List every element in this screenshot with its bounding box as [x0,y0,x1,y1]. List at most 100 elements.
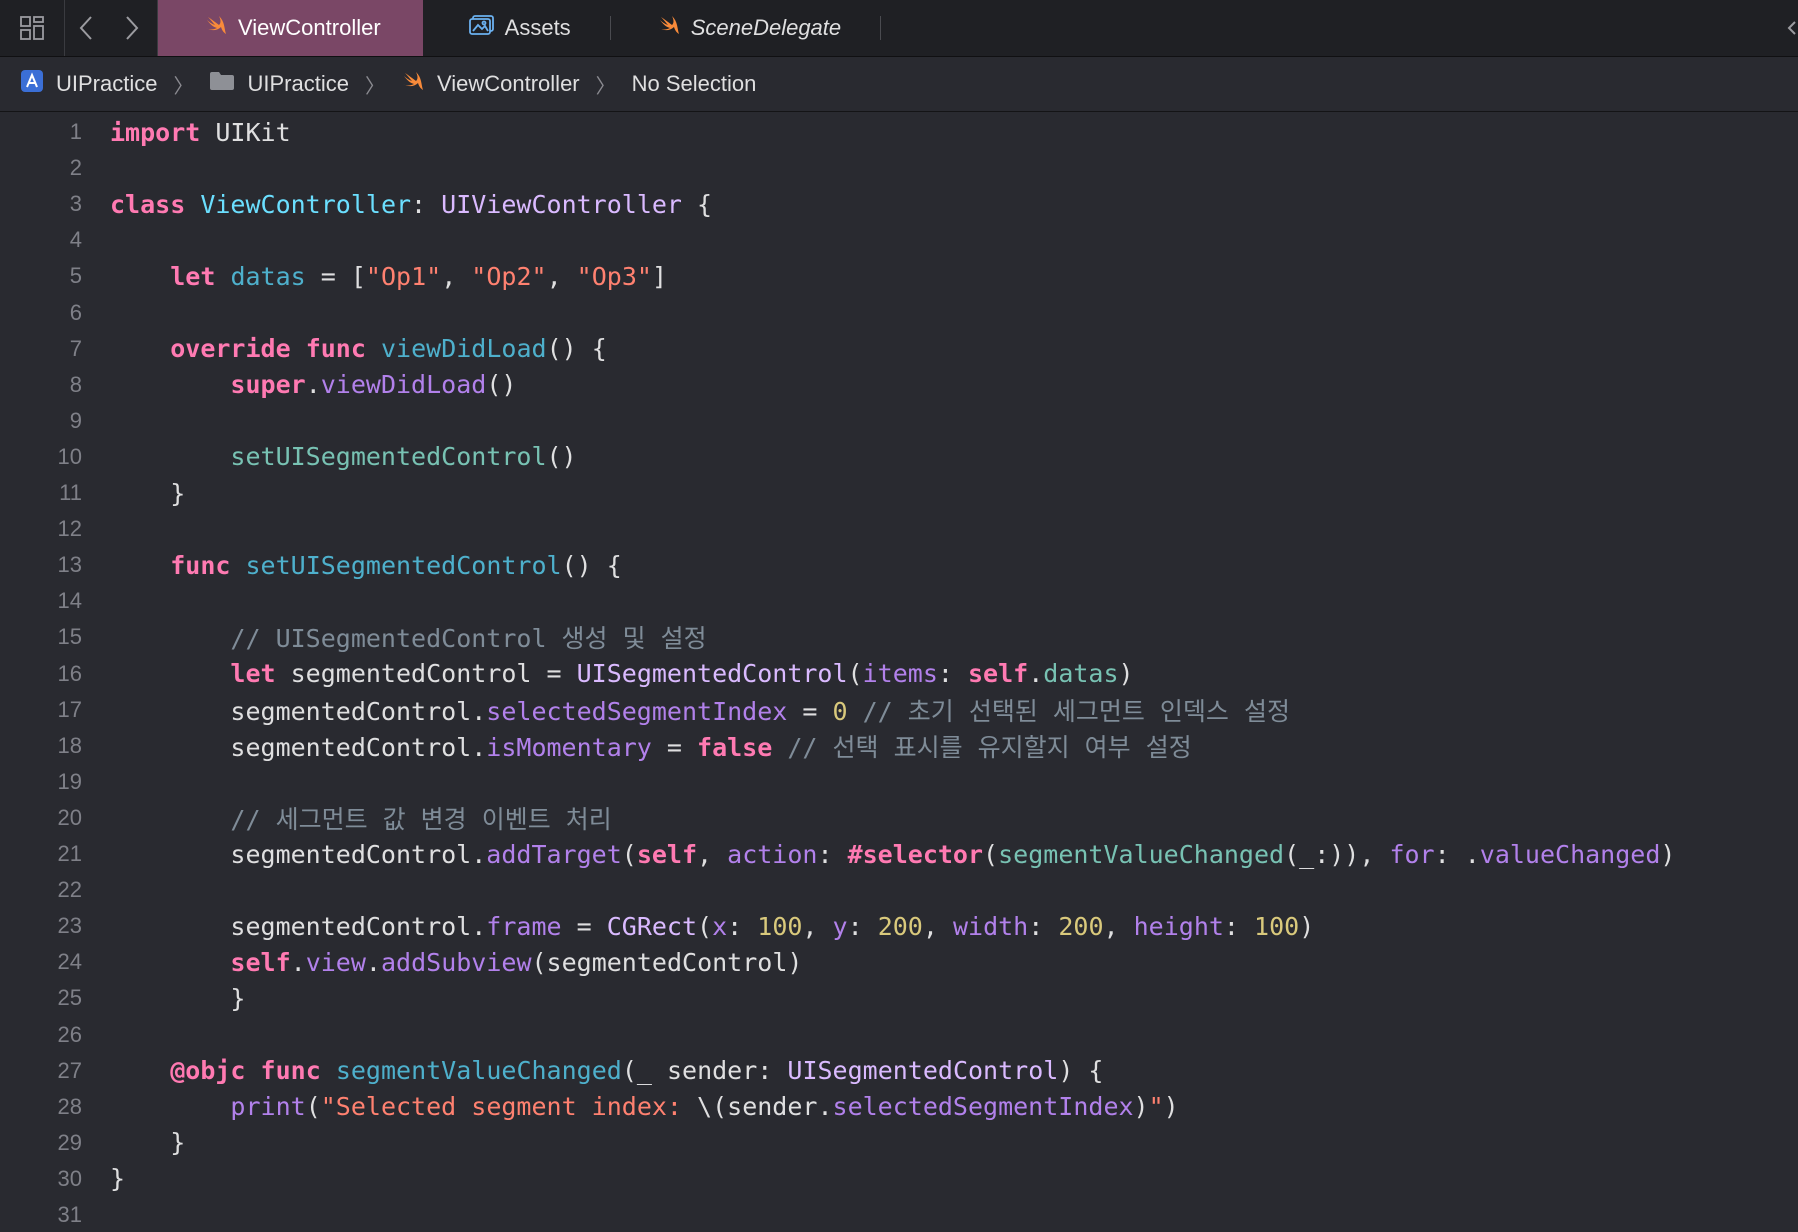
tab-assets[interactable]: Assets [423,0,611,56]
code-line[interactable]: 9 [0,404,1798,438]
code-text: } [110,1164,125,1193]
code-line[interactable]: 5 let datas = ["Op1", "Op2", "Op3"] [0,259,1798,293]
code-token: class [110,189,186,219]
code-token: ) [1163,1092,1179,1122]
code-line[interactable]: 8 super.viewDidLoad() [0,368,1798,402]
source-editor[interactable]: 1 import UIKit 2 3 class ViewController: UIV… [0,112,1798,1228]
code-line[interactable]: 18 segmentedControl.isMomentary = false … [0,729,1798,763]
code-line[interactable]: 4 [0,223,1798,257]
line-number: 17 [57,696,82,722]
code-token: : [411,189,442,219]
code-line[interactable]: 30} [0,1162,1798,1196]
code-line[interactable]: 28 print("Selected segment index: \(send… [0,1090,1798,1124]
code-token: @objc [170,1056,246,1086]
code-token: : [937,659,968,688]
tab-scenedelegate[interactable]: SceneDelegate [611,0,882,56]
code-line[interactable]: 27 @objc func segmentValueChanged(_ send… [0,1054,1798,1088]
code-token: = [ [305,261,366,291]
code-token: " [1148,1092,1164,1122]
code-line[interactable]: 14 [0,584,1798,618]
code-line[interactable]: 24 self.view.addSubview(segmentedControl… [0,945,1798,979]
code-token: ) [1660,839,1676,869]
code-token: viewDidLoad [380,334,547,364]
breadcrumb-project[interactable]: UIPractice [20,69,157,99]
code-token: CGRect [606,911,698,941]
code-line[interactable]: 13 func setUISegmentedControl() { [0,548,1798,582]
back-chevron-icon[interactable] [65,0,107,56]
breadcrumb-group[interactable]: UIPractice [209,70,349,98]
code-line[interactable]: 2 [0,151,1798,185]
code-token: func [170,550,231,580]
code-token: () { [561,550,622,580]
code-line[interactable]: 22 [0,873,1798,907]
code-token: items [862,659,938,688]
code-line[interactable]: 16 let segmentedControl = UISegmentedCon… [0,657,1798,691]
code-token: // 초기 선택된 세그먼트 인덱스 설정 [862,696,1290,726]
code-token: action [727,839,818,869]
code-token: // 선택 표시를 유지할지 여부 설정 [787,732,1192,762]
code-text: } [110,479,185,508]
line-number: 3 [69,191,82,217]
breadcrumb-file[interactable]: ViewController [401,70,580,98]
code-line[interactable]: 25 } [0,981,1798,1015]
code-token: : [847,911,878,941]
code-token: "Op1" [365,261,442,291]
line-number: 13 [57,552,82,578]
tab-viewcontroller[interactable]: ViewController [158,0,423,56]
code-text: segmentedControl.frame = CGRect(x: 100, … [110,912,1314,941]
code-token: segmentValueChanged [998,839,1285,869]
code-token: : [1223,911,1255,941]
code-token: addSubview [380,947,532,977]
code-line[interactable]: 12 [0,512,1798,546]
related-items-grid-icon[interactable] [0,0,65,56]
code-line[interactable]: 10 setUISegmentedControl() [0,440,1798,474]
code-token: addTarget [486,839,622,869]
code-line[interactable]: 3 class ViewController: UIViewController … [0,187,1798,221]
line-number: 26 [57,1021,82,1047]
code-line[interactable]: 21 segmentedControl.addTarget(self, acti… [0,837,1798,871]
code-line[interactable]: 29 } [0,1126,1798,1160]
code-text: // 세그먼트 값 변경 이벤트 처리 [110,800,611,836]
code-token: isMomentary [486,732,652,762]
code-token: () [546,442,577,472]
code-line[interactable]: 26 [0,1018,1798,1052]
tab-label: SceneDelegate [690,15,842,40]
code-text: class ViewController: UIViewController { [110,190,712,219]
code-line[interactable]: 19 [0,765,1798,799]
code-line[interactable]: 15 // UISegmentedControl 생성 및 설정 [0,620,1798,654]
swift-icon [657,14,681,42]
code-token: } [110,478,186,508]
code-token: ) [1118,659,1134,688]
breadcrumb-selection[interactable]: No Selection [632,71,757,97]
code-line[interactable]: 17 segmentedControl.selectedSegmentIndex… [0,693,1798,727]
line-number: 16 [57,660,82,686]
code-line[interactable]: 6 [0,296,1798,330]
code-text: let segmentedControl = UISegmentedContro… [110,659,1134,688]
breadcrumb-chevron-icon: 〉 [364,75,385,98]
code-line[interactable]: 20 // 세그먼트 값 변경 이벤트 처리 [0,801,1798,835]
code-text: segmentedControl.isMomentary = false // … [110,728,1192,764]
code-line[interactable]: 23 segmentedControl.frame = CGRect(x: 10… [0,909,1798,943]
code-text: @objc func segmentValueChanged(_ sender:… [110,1056,1103,1085]
code-line[interactable]: 11 } [0,476,1798,510]
code-line[interactable]: 7 override func viewDidLoad() { [0,332,1798,366]
code-line[interactable]: 1 import UIKit [0,115,1798,149]
line-number: 29 [57,1129,82,1155]
code-text: } [110,984,245,1013]
code-line[interactable]: 31 [0,1198,1798,1232]
forward-chevron-icon[interactable] [107,0,158,56]
code-token: #selector [847,839,984,869]
line-number: 6 [69,299,82,325]
code-text: setUISegmentedControl() [110,442,577,472]
code-token: } [110,983,246,1013]
tab-overflow-chevron-icon[interactable] [1786,0,1798,56]
